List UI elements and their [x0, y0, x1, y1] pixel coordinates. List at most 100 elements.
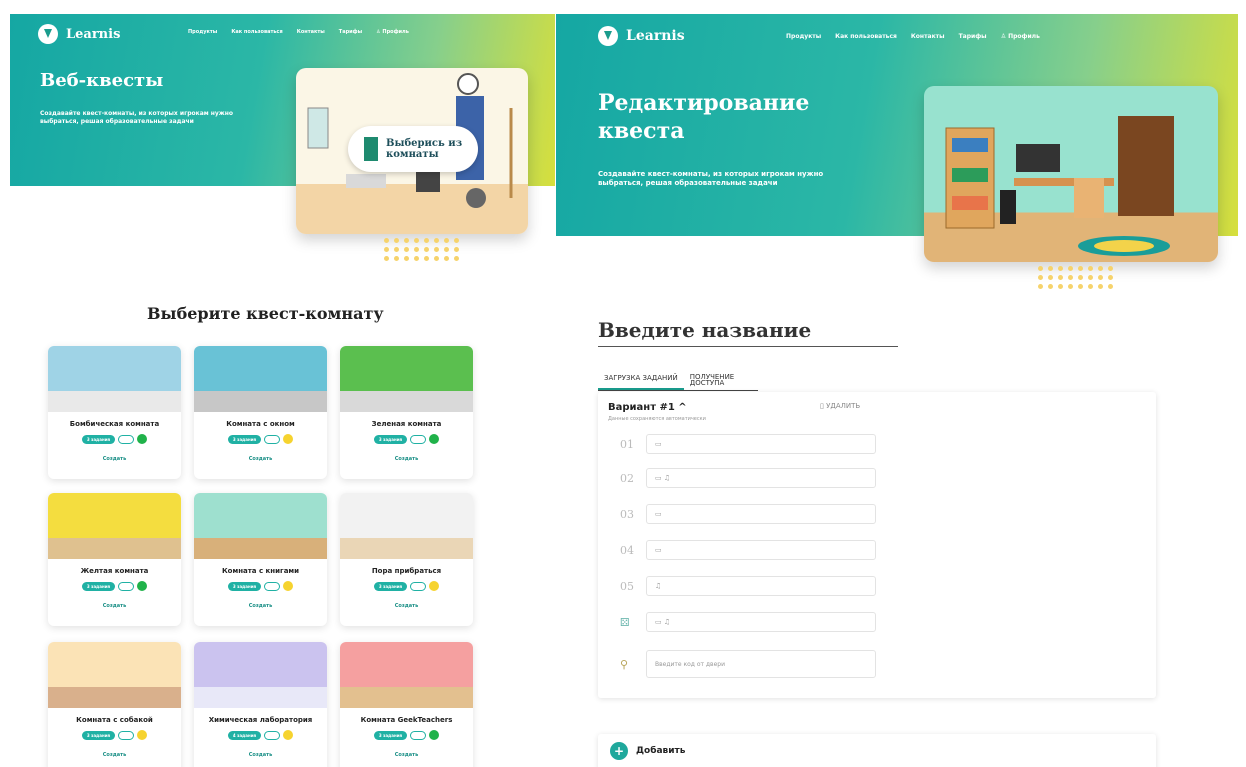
room-thumbnail	[194, 642, 327, 708]
room-drawing	[945, 116, 1174, 256]
media-icon	[264, 581, 281, 591]
logo-icon	[38, 24, 58, 44]
room-name: Комната с собакой	[76, 716, 153, 724]
difficulty-dot	[429, 730, 440, 740]
brand-logo-right[interactable]: Learnis	[598, 26, 685, 46]
nav-products[interactable]: Продукты	[786, 33, 821, 40]
task-count-badge: 3 задания	[227, 434, 262, 444]
room-name: Желтая комната	[80, 567, 149, 575]
nav-how-to-use[interactable]: Как пользоваться	[231, 29, 282, 35]
room-tags: 4 задания	[194, 730, 327, 740]
task-number: 03	[620, 507, 634, 521]
create-room-button[interactable]: Создать	[48, 603, 181, 609]
difficulty-dot	[137, 730, 148, 740]
room-thumbnail	[48, 346, 181, 412]
key-icon: ⚲	[620, 657, 629, 671]
media-icon	[118, 434, 135, 444]
task-upload-field[interactable]: ▭ ♫	[646, 612, 876, 632]
task-row: 02 ▭ ♫	[620, 468, 876, 488]
task-number: 01	[620, 437, 634, 451]
task-number: 02	[620, 471, 634, 485]
media-icon	[118, 730, 135, 740]
room-thumbnail	[340, 493, 473, 559]
task-media-icons: ▭ ♫	[655, 618, 671, 626]
room-card[interactable]: Зеленая комната 3 задания Создать	[340, 346, 473, 479]
create-room-button[interactable]: Создать	[340, 752, 473, 758]
task-count-badge: 3 задания	[81, 730, 116, 740]
delete-variant-button[interactable]: ▯ УДАЛИТЬ	[820, 402, 860, 410]
room-name: Пора прибраться	[371, 567, 442, 575]
task-upload-field[interactable]: ▭ ♫	[646, 468, 876, 488]
create-room-button[interactable]: Создать	[48, 752, 181, 758]
right-hero-title: Редактирование квеста	[598, 90, 810, 144]
room-card[interactable]: Бомбическая комната 3 задания Создать	[48, 346, 181, 479]
room-thumbnail	[340, 346, 473, 412]
media-icon	[410, 730, 427, 740]
room-tags: 3 задания	[194, 434, 327, 444]
escape-room-illustration: Выберись из комнаты	[296, 68, 528, 234]
task-upload-field[interactable]: ▭	[646, 434, 876, 454]
nav-profile[interactable]: ♙ Профиль	[1001, 33, 1040, 40]
editor-tabs: ЗАГРУЗКА ЗАДАНИЙ ПОЛУЧЕНИЕ ДОСТУПА	[598, 372, 758, 391]
media-icon	[118, 581, 135, 591]
create-room-button[interactable]: Создать	[340, 603, 473, 609]
room-card[interactable]: Комната с окном 3 задания Создать	[194, 346, 327, 479]
task-row: ⚄ ▭ ♫	[620, 612, 876, 632]
room-card[interactable]: Комната с книгами 3 задания Создать	[194, 493, 327, 626]
nav-contacts[interactable]: Контакты	[297, 29, 325, 35]
media-icon	[264, 730, 281, 740]
escape-badge: Выберись из комнаты	[348, 126, 478, 172]
room-name: Комната с книгами	[221, 567, 300, 575]
create-room-button[interactable]: Создать	[194, 752, 327, 758]
room-card[interactable]: Комната с собакой 3 задания Создать	[48, 642, 181, 767]
task-row: 05 ♫	[620, 576, 876, 596]
nav-tariffs[interactable]: Тарифы	[959, 33, 987, 40]
create-room-button[interactable]: Создать	[194, 603, 327, 609]
user-icon: ♙	[1000, 33, 1009, 40]
difficulty-dot	[283, 730, 294, 740]
room-card[interactable]: Комната GeekTeachers 3 задания Создать	[340, 642, 473, 767]
room-tags: 3 задания	[340, 730, 473, 740]
brand-logo[interactable]: Learnis	[38, 24, 120, 44]
room-card[interactable]: Желтая комната 3 задания Создать	[48, 493, 181, 626]
task-upload-field[interactable]: ♫	[646, 576, 876, 596]
add-variant-bar: + Добавить	[598, 734, 1156, 767]
left-decorative-dots	[384, 238, 460, 261]
room-card[interactable]: Химическая лаборатория 4 задания Создать	[194, 642, 327, 767]
task-count-badge: 3 задания	[81, 581, 116, 591]
room-name: Бомбическая комната	[69, 420, 160, 428]
task-count-badge: 3 задания	[373, 730, 408, 740]
task-count-badge: 3 задания	[373, 581, 408, 591]
nav-contacts[interactable]: Контакты	[911, 33, 945, 40]
room-thumbnail	[340, 642, 473, 708]
task-upload-field[interactable]: ▭	[646, 504, 876, 524]
nav-products[interactable]: Продукты	[188, 29, 217, 35]
add-variant-button[interactable]: Добавить	[636, 746, 685, 756]
nav-profile-label: Профиль	[382, 29, 409, 35]
room-thumbnail	[194, 493, 327, 559]
nav-profile[interactable]: ♙ Профиль	[376, 29, 409, 35]
media-icon	[264, 434, 281, 444]
room-card[interactable]: Пора прибраться 3 задания Создать	[340, 493, 473, 626]
task-media-icons: ▭	[655, 440, 662, 448]
room-tags: 3 задания	[48, 730, 181, 740]
tab-access[interactable]: ПОЛУЧЕНИЕ ДОСТУПА	[684, 372, 758, 390]
gift-icon: ⚄	[620, 615, 630, 629]
room-name: Зеленая комната	[371, 420, 442, 428]
room-tags: 3 задания	[194, 581, 327, 591]
tab-upload-tasks[interactable]: ЗАГРУЗКА ЗАДАНИЙ	[598, 372, 684, 390]
task-media-icons: ▭ ♫	[655, 474, 671, 482]
variant-title[interactable]: Вариант #1 ^	[608, 402, 687, 413]
task-upload-field[interactable]: ▭	[646, 540, 876, 560]
quest-name-input[interactable]: Введите название	[598, 318, 898, 347]
create-room-button[interactable]: Создать	[48, 456, 181, 462]
create-room-button[interactable]: Создать	[340, 456, 473, 462]
nav-tariffs[interactable]: Тарифы	[339, 29, 362, 35]
nav-how-to-use[interactable]: Как пользоваться	[835, 33, 897, 40]
escape-badge-label: Выберись из комнаты	[386, 138, 463, 160]
brand-name: Learnis	[626, 28, 685, 44]
room-tags: 3 задания	[340, 434, 473, 444]
add-icon[interactable]: +	[610, 742, 628, 760]
door-code-input[interactable]: Введите код от двери	[646, 650, 876, 678]
create-room-button[interactable]: Создать	[194, 456, 327, 462]
